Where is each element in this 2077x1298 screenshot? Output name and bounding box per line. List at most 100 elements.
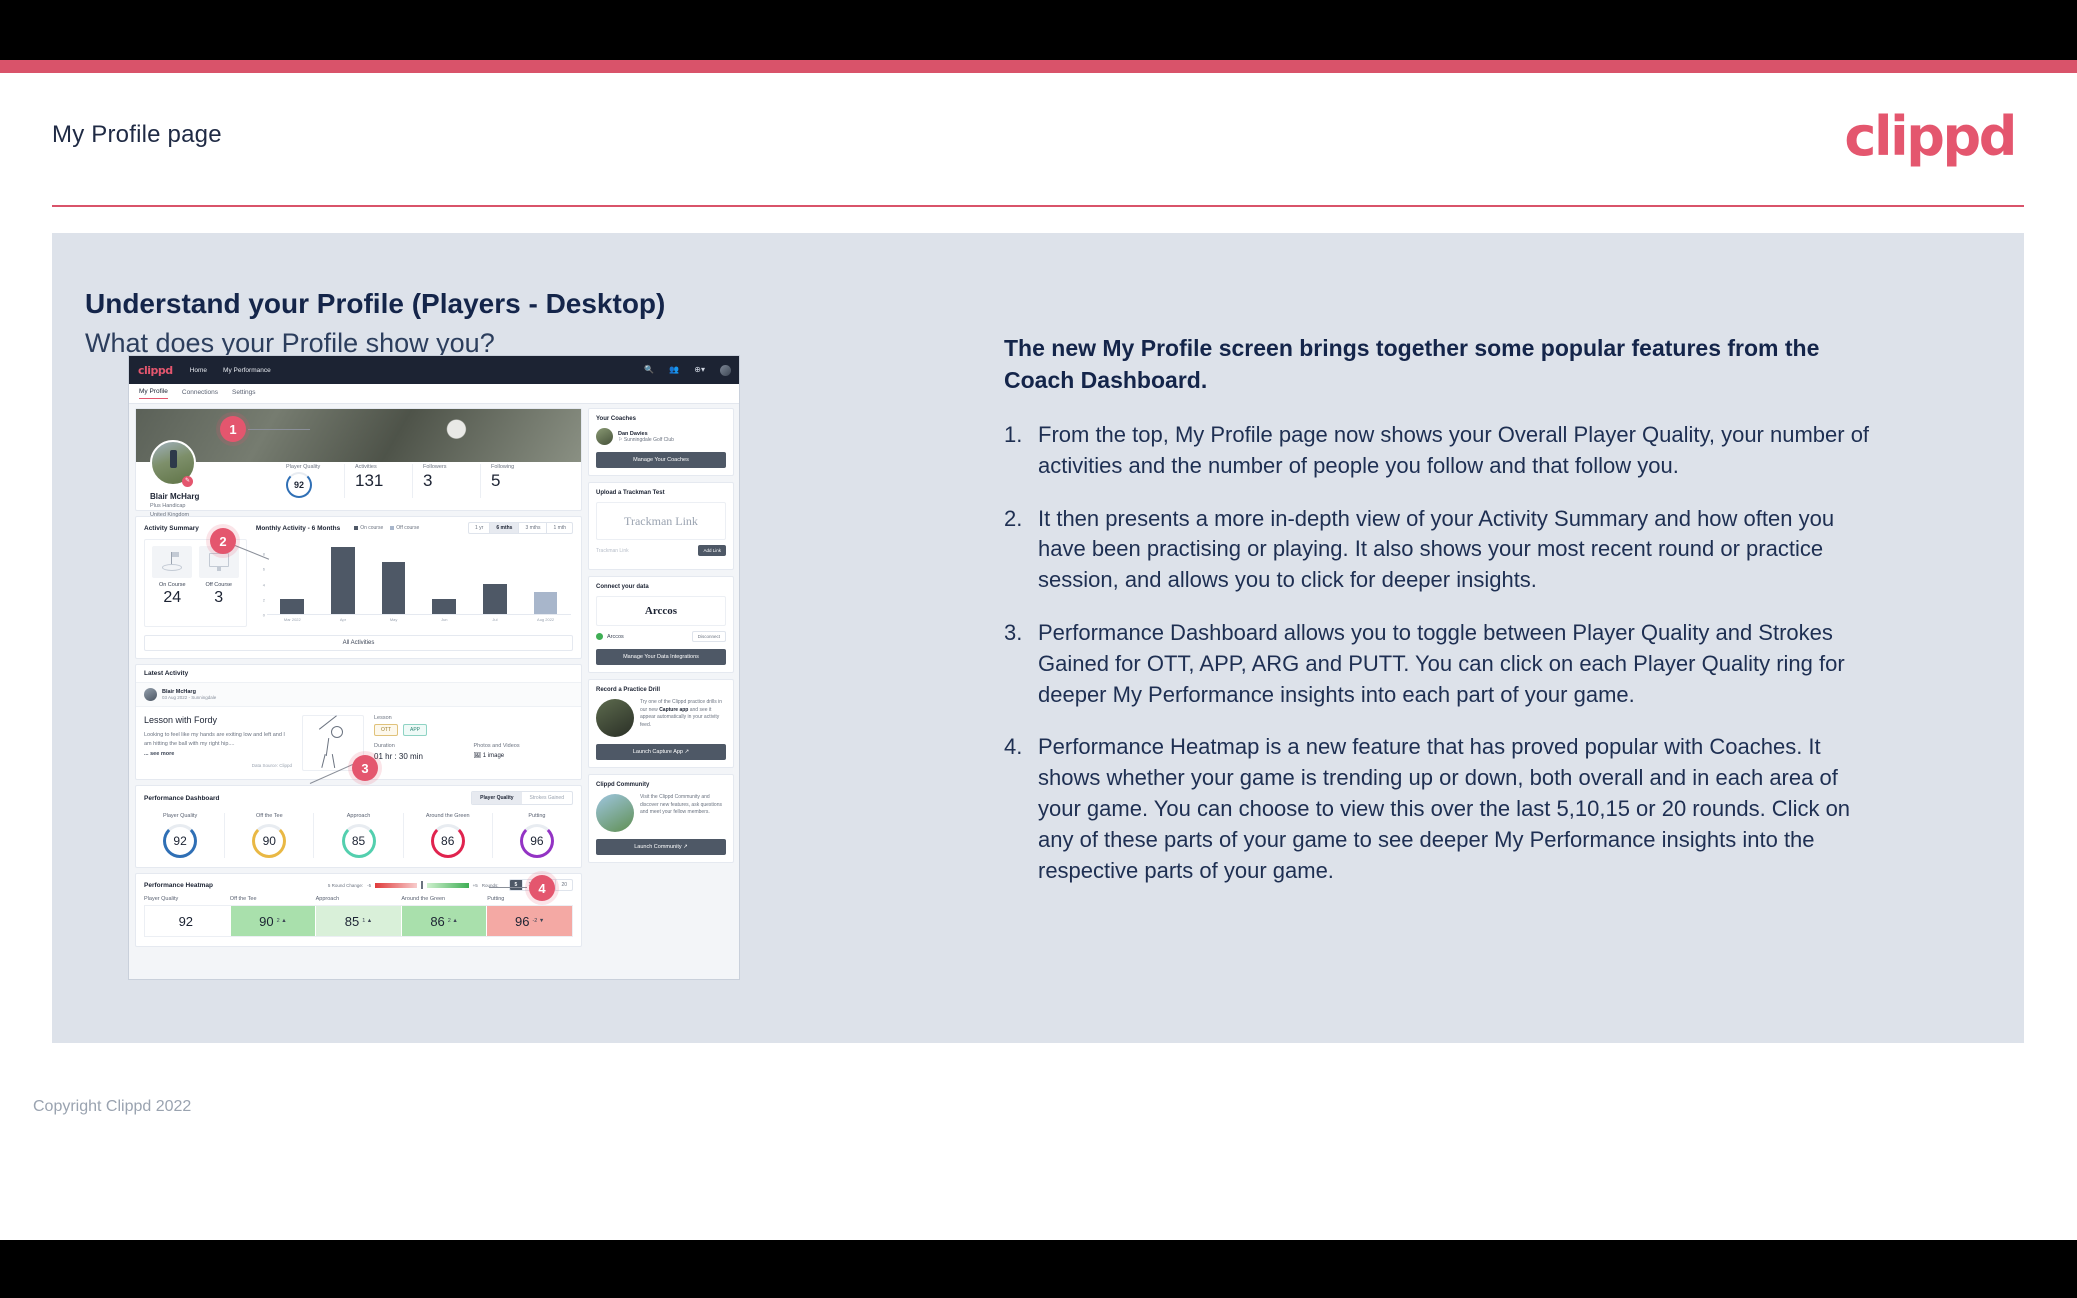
- media-label: Photos and Videos: [473, 743, 520, 749]
- add-circle-icon[interactable]: ⊕▾: [694, 366, 705, 374]
- range-1yr[interactable]: 1 yr: [469, 523, 489, 533]
- community-promo: Visit the Clippd Community and discover …: [596, 794, 726, 832]
- legend-max: +5: [472, 882, 478, 888]
- people-icon[interactable]: 👥: [669, 366, 679, 374]
- xtick: Apr: [339, 617, 347, 622]
- all-activities-button[interactable]: All Activities: [144, 635, 573, 651]
- xtick: Jun: [441, 617, 448, 622]
- ring-approach[interactable]: Approach 85: [313, 813, 402, 858]
- bar-group: [273, 539, 313, 614]
- see-more-link[interactable]: ... see more: [144, 751, 292, 757]
- activity-author: Blair McHarg 03 Aug 2022 - Sunningdale: [136, 682, 581, 707]
- search-icon[interactable]: 🔍: [644, 366, 654, 374]
- legend-on-course: On course: [354, 525, 383, 531]
- rounds-5[interactable]: 5: [509, 880, 523, 890]
- nav-item-home[interactable]: Home: [190, 367, 207, 374]
- metric-toggle: Player Quality Strokes Gained: [471, 791, 573, 805]
- app-sidebar-column: Your Coaches Dan Davies ⚐ Sunningdale Go…: [588, 408, 734, 869]
- connected-icon: [596, 633, 603, 640]
- ring-putting[interactable]: Putting 96: [491, 813, 581, 858]
- coach-club: ⚐ Sunningdale Golf Club: [618, 436, 674, 443]
- app-nav-icons: 🔍 👥 ⊕▾: [644, 364, 731, 376]
- monthly-activity-chart: 0 2 4 6 8 Mar 2022 Apr May Jun Jul Aug 2…: [255, 539, 573, 627]
- heatmap-label: Around the Green: [401, 896, 446, 902]
- duration-value: 01 hr : 30 min: [374, 752, 423, 761]
- letterbox-top: [0, 0, 2077, 60]
- avatar-icon[interactable]: [720, 364, 731, 376]
- legend-midpoint: [421, 881, 423, 889]
- media-value: 🖼 1 image: [473, 753, 505, 759]
- launch-community-button[interactable]: Launch Community ↗: [596, 839, 726, 855]
- range-6mths[interactable]: 6 mths: [489, 523, 519, 533]
- edit-avatar-icon[interactable]: ✎: [182, 476, 193, 487]
- activity-text: Lesson with Fordy Looking to feel like m…: [144, 715, 292, 771]
- manage-integrations-button[interactable]: Manage Your Data Integrations: [596, 649, 726, 665]
- ring-around-the-green[interactable]: Around the Green 86: [402, 813, 492, 858]
- activity-tags: OTT APP: [374, 724, 573, 736]
- disconnect-button[interactable]: Disconnect: [691, 631, 726, 642]
- trackman-title: Upload a Trackman Test: [596, 490, 665, 496]
- add-link-button[interactable]: Add Link: [698, 545, 726, 556]
- bar-group: [374, 539, 414, 614]
- range-1mth[interactable]: 1 mth: [546, 523, 572, 533]
- heatmap-cells: 92 90 2 ▲ 85 1 ▲ 86 2 ▲ 96 -2 ▼: [144, 905, 573, 937]
- callout-badge-1: 1: [220, 416, 246, 442]
- manage-coaches-button[interactable]: Manage Your Coaches: [596, 452, 726, 468]
- callout-badge-2: 2: [210, 528, 236, 554]
- page-title: My Profile page: [52, 121, 222, 148]
- community-title: Clippd Community: [596, 782, 650, 788]
- community-card: Clippd Community Visit the Clippd Commun…: [588, 774, 734, 863]
- app-top-nav: clippd Home My Performance 🔍 👥 ⊕▾: [129, 356, 739, 384]
- app-screenshot: clippd Home My Performance 🔍 👥 ⊕▾ My Pro…: [128, 355, 740, 980]
- ring-player-quality[interactable]: Player Quality 92: [136, 813, 224, 858]
- ring-label: Around the Green: [425, 813, 470, 819]
- player-quality-ring[interactable]: 92: [286, 472, 312, 498]
- performance-rings: Player Quality 92 Off the Tee 90 Approac…: [136, 810, 581, 867]
- arccos-status-row: Arccos Disconnect: [596, 626, 726, 649]
- tab-my-profile[interactable]: My Profile: [139, 388, 168, 399]
- bar: [533, 591, 558, 614]
- heatmap-cell-putting[interactable]: 96 -2 ▼: [486, 906, 572, 936]
- heatmap-cell-approach[interactable]: 85 1 ▲: [315, 906, 401, 936]
- community-image: [596, 794, 634, 832]
- connect-data-card: Connect your data Arccos Arccos Disconne…: [588, 576, 734, 673]
- legend-gradient-positive: [426, 882, 469, 888]
- ring-gauge: 92: [163, 824, 198, 858]
- heatmap-cell-player-quality[interactable]: 92: [145, 906, 230, 936]
- activity-summary-card: Activity Summary Monthly Activity - 6 Mo…: [135, 516, 582, 659]
- header-divider: [52, 205, 2024, 207]
- tab-settings[interactable]: Settings: [232, 389, 256, 399]
- tag-ott: OTT: [374, 724, 398, 736]
- tile-value: 3: [214, 589, 224, 606]
- chart-plot-area: [267, 539, 571, 615]
- nav-item-my-performance[interactable]: My Performance: [223, 367, 271, 374]
- ring-value: 92: [173, 834, 187, 848]
- media-block: Photos and Videos 🖼 1 image: [474, 743, 574, 761]
- heatmap-label: Approach: [315, 896, 340, 902]
- toggle-strokes-gained[interactable]: Strokes Gained: [522, 792, 572, 804]
- app-nav-links: Home My Performance: [190, 367, 271, 374]
- slide-page: My Profile page clippd Understand your P…: [0, 0, 2077, 1298]
- rounds-20[interactable]: 20: [555, 880, 572, 890]
- ytick: 6: [262, 566, 265, 572]
- trackman-link-input[interactable]: Trackman Link: [596, 548, 694, 554]
- heatmap-value: 86: [430, 913, 445, 929]
- author-date: 03 Aug 2022 - Sunningdale: [162, 695, 217, 700]
- heatmap-value: 96: [515, 913, 530, 929]
- heatmap-cell-off-the-tee[interactable]: 90 2 ▲: [229, 906, 316, 936]
- xtick: May: [389, 617, 398, 622]
- tab-connections[interactable]: Connections: [182, 389, 218, 399]
- external-link-icon: ↗: [684, 749, 690, 755]
- ring-value: 86: [441, 834, 455, 848]
- legend-off-course: Off course: [390, 525, 419, 531]
- launch-capture-app-button[interactable]: Launch Capture App ↗: [596, 744, 726, 760]
- callout-leader-4: [489, 887, 527, 888]
- ring-off-the-tee[interactable]: Off the Tee 90: [224, 813, 313, 858]
- list-item-text: Performance Heatmap is a new feature tha…: [1038, 734, 1851, 883]
- stat-player-quality[interactable]: Player Quality 92: [276, 464, 344, 498]
- toggle-player-quality[interactable]: Player Quality: [472, 792, 522, 804]
- range-3mths[interactable]: 3 mths: [518, 523, 546, 533]
- data-source-label: Data Source: Clippd: [251, 763, 292, 769]
- activity-meta: Lesson OTT APP Duration 01 hr : 30 min P…: [374, 715, 573, 771]
- heatmap-cell-around-the-green[interactable]: 86 2 ▲: [400, 906, 487, 936]
